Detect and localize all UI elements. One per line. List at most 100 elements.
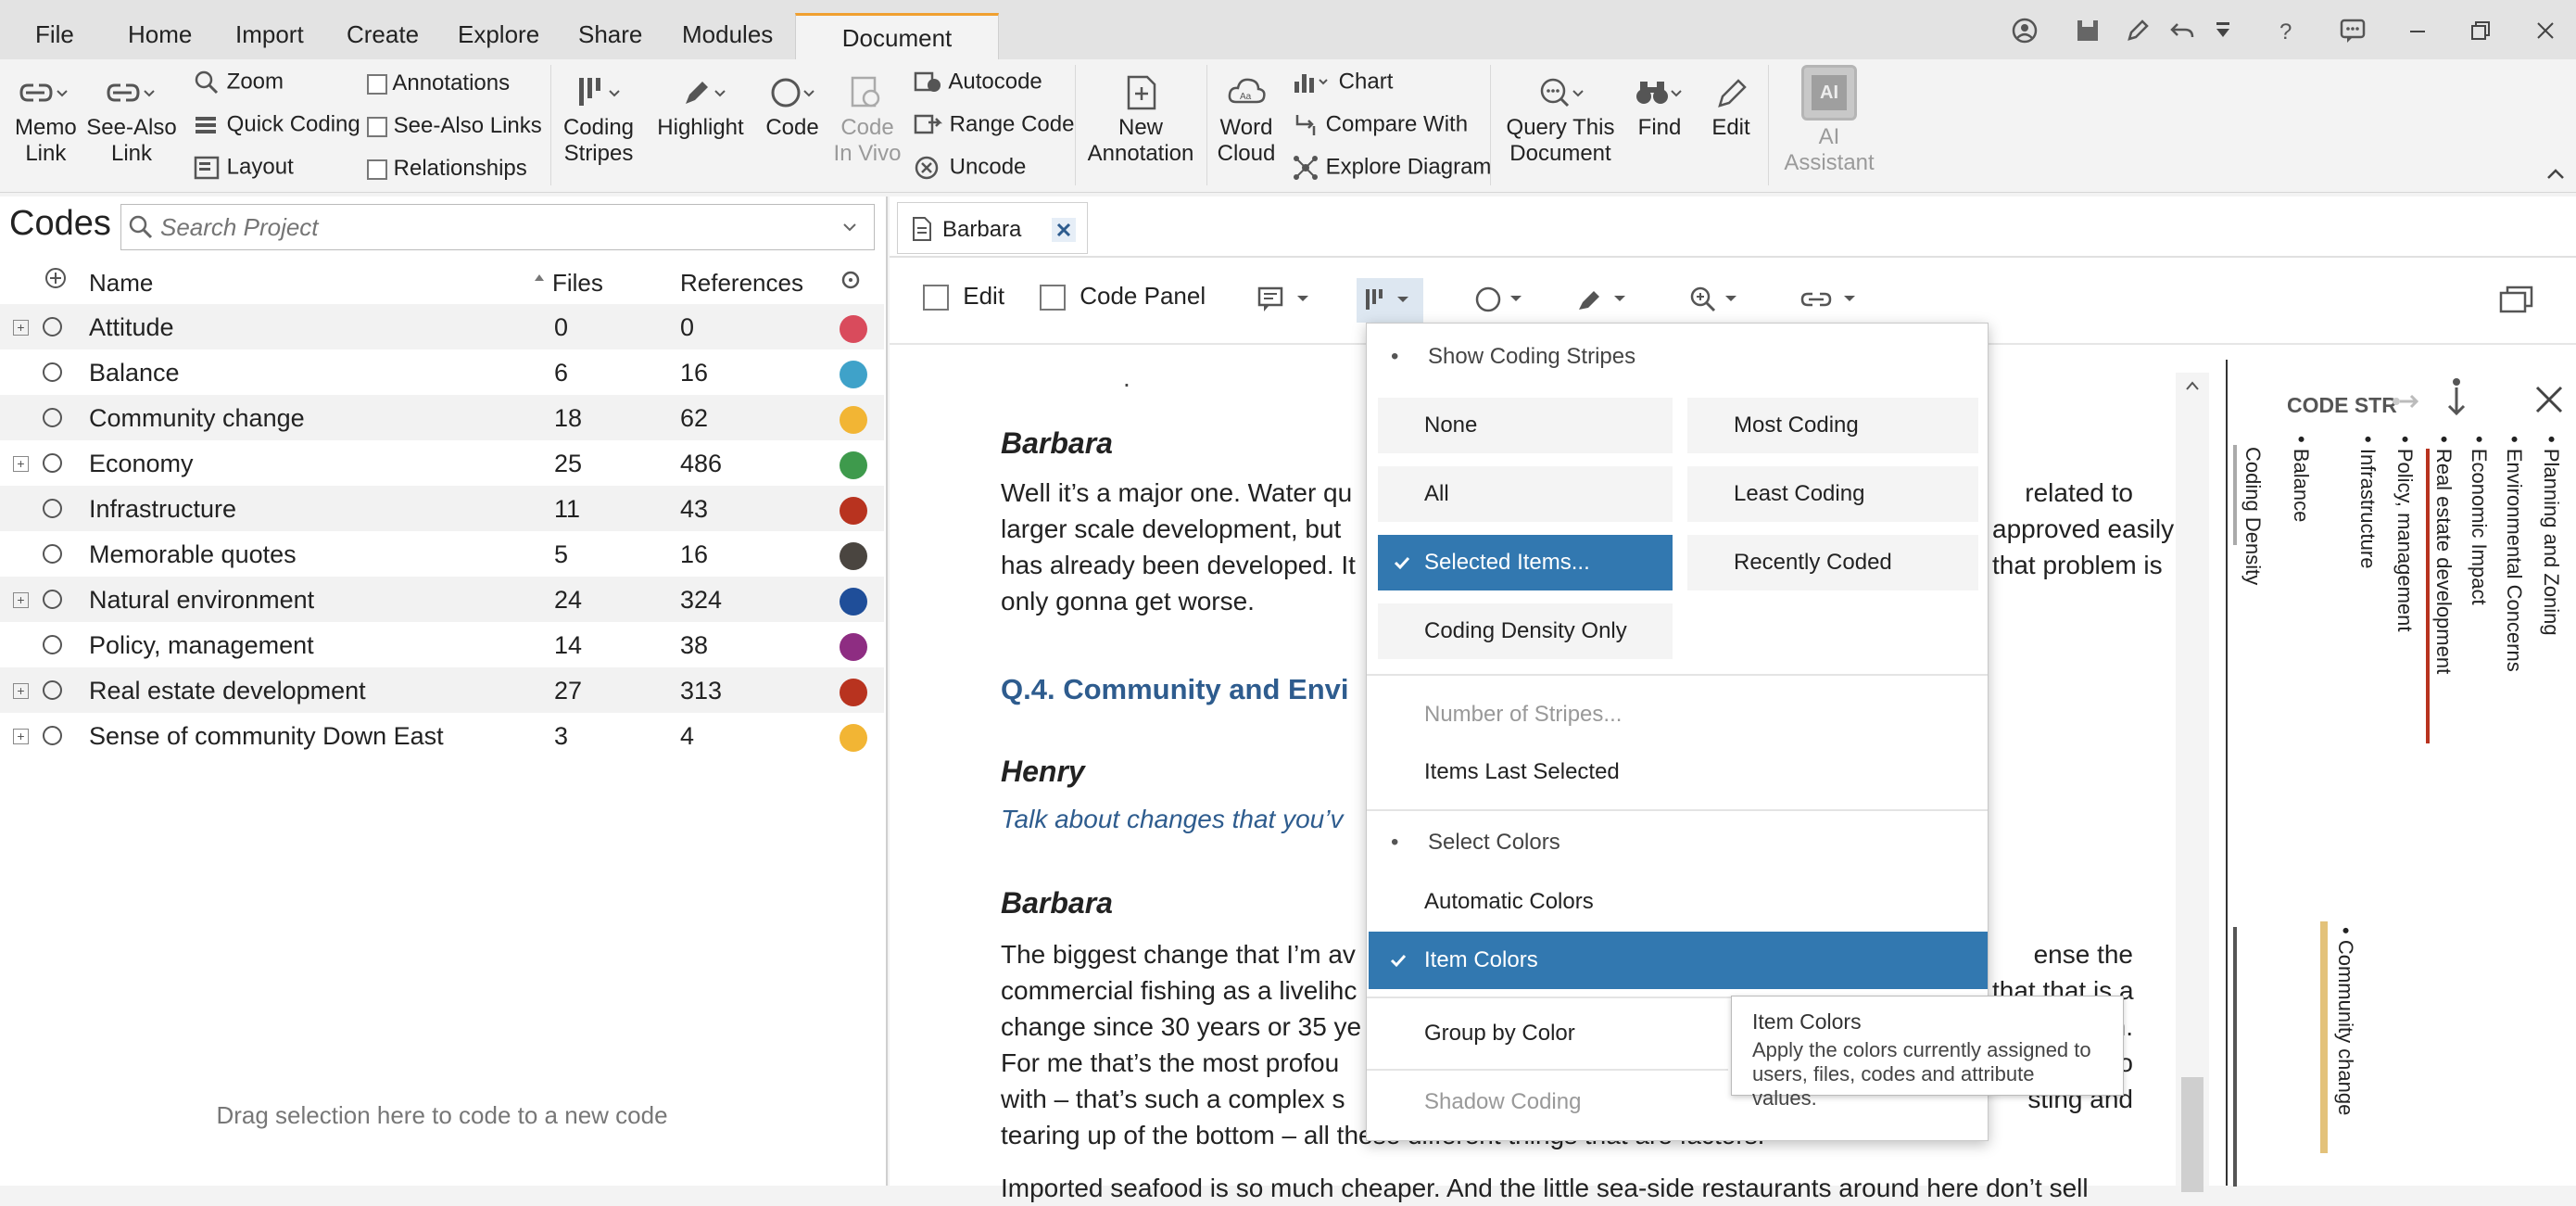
column-references[interactable]: References	[680, 269, 803, 298]
autocode-button[interactable]: Autocode	[914, 69, 1042, 96]
quick-coding-button[interactable]: Quick Coding	[193, 111, 360, 139]
stripe-label-real-estate[interactable]: • Real estate development	[2431, 436, 2456, 674]
range-code-button[interactable]: Range Code	[914, 111, 1074, 139]
document-scrollbar[interactable]	[2176, 373, 2209, 1192]
table-row[interactable]: Memorable quotes 5 16	[0, 531, 884, 577]
stripe-label-planning-zoning[interactable]: • Planning and Zoning	[2539, 436, 2563, 636]
find-button[interactable]: Find	[1627, 74, 1692, 141]
see-also-links-checkbox[interactable]: See-Also Links	[367, 113, 542, 139]
ai-assistant-button[interactable]: AI AI Assistant	[1777, 65, 1881, 176]
coding-stripes-button[interactable]: Coding Stripes	[560, 74, 638, 167]
stripe-label-economic-impact[interactable]: • Economic Impact	[2467, 436, 2491, 605]
menu-explore[interactable]: Explore	[458, 20, 539, 49]
chevron-down-icon[interactable]	[840, 218, 859, 236]
color-column-icon[interactable]	[840, 269, 862, 291]
option-shadow-coding[interactable]: Shadow Coding	[1424, 1089, 1581, 1115]
scroll-up-icon[interactable]	[2185, 380, 2200, 391]
option-recently-coded[interactable]: Recently Coded	[1687, 535, 1978, 590]
account-icon[interactable]	[2011, 17, 2039, 44]
menu-home[interactable]: Home	[128, 20, 192, 49]
stripe-label-coding-density[interactable]: Coding Density	[2241, 447, 2265, 585]
option-none[interactable]: None	[1378, 398, 1673, 453]
query-this-document-button[interactable]: Query This Document	[1499, 74, 1622, 167]
option-coding-density-only[interactable]: Coding Density Only	[1378, 603, 1673, 659]
code-button[interactable]: Code	[762, 74, 823, 141]
layout-button[interactable]: Layout	[193, 154, 294, 182]
option-items-last-selected[interactable]: Items Last Selected	[1424, 759, 1620, 785]
tab-document[interactable]: Document	[795, 13, 999, 61]
table-row[interactable]: Infrastructure 11 43	[0, 486, 884, 531]
expand-icon[interactable]: +	[13, 456, 29, 472]
code-toolbar-button[interactable]	[1473, 284, 1534, 315]
expand-icon[interactable]: +	[13, 592, 29, 608]
new-annotation-button[interactable]: New Annotation	[1080, 74, 1201, 167]
chart-button[interactable]: Chart	[1292, 69, 1393, 96]
option-selected-items[interactable]: Selected Items...	[1378, 535, 1673, 590]
edit-button[interactable]: Edit	[1701, 74, 1761, 141]
menu-create[interactable]: Create	[347, 20, 419, 49]
coding-stripes-toolbar-button[interactable]	[1357, 278, 1423, 323]
edit-checkbox[interactable]: Edit	[923, 282, 1004, 311]
restore-icon[interactable]	[2467, 17, 2494, 44]
stripe-label-community-change[interactable]: • Community change	[2333, 927, 2357, 1115]
highlight-button[interactable]: Highlight	[652, 74, 749, 141]
column-files[interactable]: Files	[552, 269, 603, 298]
expand-icon[interactable]: +	[13, 320, 29, 336]
word-cloud-button[interactable]: Aa Word Cloud	[1214, 74, 1279, 167]
search-project-box[interactable]	[120, 204, 875, 250]
table-row[interactable]: Community change 18 62	[0, 395, 884, 440]
option-group-by-color[interactable]: Group by Color	[1424, 1021, 1575, 1047]
expand-icon[interactable]: +	[13, 729, 29, 744]
chat-icon[interactable]	[2339, 17, 2367, 44]
help-icon[interactable]: ?	[2272, 17, 2300, 44]
option-automatic-colors[interactable]: Automatic Colors	[1424, 889, 1594, 915]
column-name[interactable]: Name	[89, 269, 153, 298]
menu-share[interactable]: Share	[578, 20, 642, 49]
option-item-colors[interactable]: Item Colors	[1369, 932, 1988, 989]
zoom-toolbar-button[interactable]	[1688, 284, 1749, 315]
link-toolbar-button[interactable]	[1799, 284, 1864, 315]
stripe-label-balance[interactable]: • Balance	[2289, 436, 2313, 522]
undo-icon[interactable]	[2168, 17, 2196, 44]
table-row[interactable]: + Economy 25 486	[0, 440, 884, 486]
table-row[interactable]: + Attitude 0 0	[0, 304, 884, 349]
highlight-toolbar-button[interactable]	[1575, 284, 1636, 315]
scroll-thumb[interactable]	[2181, 1077, 2203, 1192]
arrow-right-icon[interactable]	[2391, 387, 2424, 415]
explore-diagram-button[interactable]: Explore Diagram	[1292, 154, 1491, 182]
annotation-toolbar-button[interactable]	[1256, 284, 1318, 315]
option-most-coding[interactable]: Most Coding	[1687, 398, 1978, 453]
expand-icon[interactable]: +	[13, 683, 29, 699]
document-tab[interactable]: Barbara	[897, 202, 1088, 254]
annotations-checkbox[interactable]: Annotations	[367, 70, 510, 96]
code-panel-checkbox[interactable]: Code Panel	[1040, 282, 1206, 311]
close-window-icon[interactable]	[2532, 17, 2559, 44]
option-number-of-stripes[interactable]: Number of Stripes...	[1424, 702, 1622, 728]
pen-icon[interactable]	[2124, 17, 2152, 44]
collapse-ribbon-icon[interactable]	[2544, 165, 2567, 182]
arrow-down-icon[interactable]	[2443, 376, 2470, 421]
close-panel-icon[interactable]	[2533, 384, 2565, 415]
float-window-icon[interactable]	[2498, 284, 2535, 315]
zoom-button[interactable]: Zoom	[193, 69, 284, 96]
search-input[interactable]	[160, 209, 809, 245]
relationships-checkbox[interactable]: Relationships	[367, 156, 527, 182]
table-row[interactable]: Balance 6 16	[0, 349, 884, 395]
customize-icon[interactable]	[2209, 17, 2237, 44]
table-row[interactable]: Policy, management 14 38	[0, 622, 884, 667]
close-tab-icon[interactable]	[1052, 218, 1076, 242]
see-also-link-button[interactable]: See-Also Link	[85, 74, 178, 167]
stripe-label-infrastructure[interactable]: • Infrastructure	[2355, 436, 2380, 568]
minimize-icon[interactable]	[2404, 17, 2431, 44]
stripe-label-policy-management[interactable]: • Policy, management	[2393, 436, 2417, 632]
option-least-coding[interactable]: Least Coding	[1687, 466, 1978, 522]
memo-link-button[interactable]: Memo Link	[15, 74, 77, 167]
table-row[interactable]: + Natural environment 24 324	[0, 577, 884, 622]
add-code-icon[interactable]	[44, 267, 67, 289]
code-in-vivo-button[interactable]: Code In Vivo	[830, 74, 904, 167]
save-icon[interactable]	[2074, 17, 2102, 44]
option-all[interactable]: All	[1378, 466, 1673, 522]
menu-modules[interactable]: Modules	[682, 20, 773, 49]
stripe-label-environmental-concerns[interactable]: • Environmental Concerns	[2502, 436, 2526, 672]
menu-import[interactable]: Import	[235, 20, 304, 49]
